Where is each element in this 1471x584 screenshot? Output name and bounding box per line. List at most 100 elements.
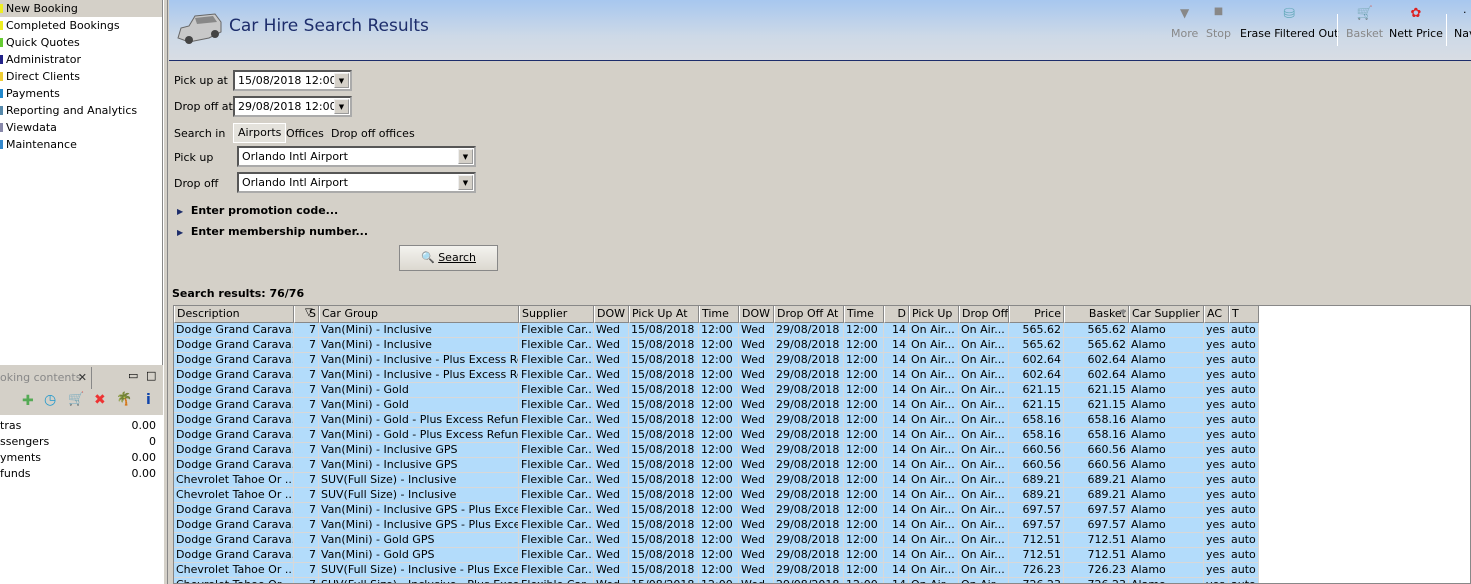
info-icon[interactable]: i [146, 392, 151, 408]
chevron-down-icon[interactable]: ▼ [458, 175, 473, 190]
nett-price-button[interactable]: ✿ Nett Price [1389, 6, 1443, 40]
cell-transmission: auto [1229, 533, 1259, 548]
table-row[interactable]: Dodge Grand Carava... 7 Van(Mini) - Inclus… [174, 353, 1259, 368]
column-header-pick-up-at[interactable]: Pick Up At [629, 306, 699, 323]
table-row[interactable]: Dodge Grand Carava... 7 Van(Mini) - Inclus… [174, 443, 1259, 458]
booking-contents-tab[interactable]: oking contents ✕ [0, 367, 92, 389]
cell-dropoff-location: On Air... [959, 563, 1009, 578]
basket-transfer-icon[interactable]: 🛒 [68, 392, 84, 407]
splitter[interactable] [163, 0, 168, 584]
search-in-offices[interactable]: Offices [286, 127, 324, 140]
nav-item-direct-clients[interactable]: Direct Clients [0, 68, 162, 85]
table-row[interactable]: Dodge Grand Carava... 7 Van(Mini) - Inclus… [174, 323, 1259, 338]
pickup-location-select[interactable]: Orlando Intl Airport ▼ [237, 146, 476, 167]
table-row[interactable]: Dodge Grand Carava... 7 Van(Mini) - Inclus… [174, 338, 1259, 353]
basket-button[interactable]: 🛒 Basket [1346, 6, 1383, 40]
table-row[interactable]: Chevrolet Tahoe Or ...7SUV(Full Size) - … [174, 563, 1259, 578]
column-header-time[interactable]: Time [699, 306, 739, 323]
membership-number-expander[interactable]: ▶ Enter membership number... [177, 225, 368, 238]
column-header-time[interactable]: Time [844, 306, 884, 323]
nav-item-payments[interactable]: Payments [0, 85, 162, 102]
cell-dropoff-dow: Wed [739, 563, 774, 578]
nav-item-maintenance[interactable]: Maintenance [0, 136, 162, 153]
column-header-description[interactable]: Description [174, 306, 294, 323]
nav-item-administrator[interactable]: Administrator [0, 51, 162, 68]
nav-button[interactable]: · Nav [1454, 6, 1471, 40]
table-row[interactable]: Chevrolet Tahoe Or ...7SUV(Full Size) - … [174, 488, 1259, 503]
cell-description: Dodge Grand Carava... [174, 383, 294, 398]
cell-dropoff-location: On Air... [959, 413, 1009, 428]
column-header-dow[interactable]: DOW [594, 306, 629, 323]
search-in-dropoff-offices[interactable]: Drop off offices [331, 127, 415, 140]
nav-item-quick-quotes[interactable]: Quick Quotes [0, 34, 162, 51]
maximize-icon[interactable]: □ [146, 369, 156, 382]
table-row[interactable]: Dodge Grand Carava... 7 Van(Mini) - Gold G… [174, 533, 1259, 548]
column-header-drop-off[interactable]: Drop Off [959, 306, 1009, 323]
table-row[interactable]: Dodge Grand Carava... 7 Van(Mini) - Inclus… [174, 368, 1259, 383]
add-icon[interactable]: ✚ [22, 393, 34, 409]
palm-tree-icon[interactable]: 🌴 [116, 392, 132, 407]
table-row[interactable]: Dodge Grand Carava... 7 Van(Mini) - Gold Fl… [174, 398, 1259, 413]
cell-basket: 621.15 [1064, 383, 1129, 398]
chevron-down-icon[interactable]: ▼ [458, 149, 473, 164]
minimize-icon[interactable]: ▭ [128, 369, 138, 382]
delete-icon[interactable]: ✖ [94, 392, 106, 408]
cell-pickup-location: On Air... [909, 398, 959, 413]
cell-basket: 726.23 [1064, 578, 1129, 583]
booking-summary-row: ssengers 0 [0, 434, 160, 450]
table-row[interactable]: Dodge Grand Carava... 7 Van(Mini) - Gold Fl… [174, 383, 1259, 398]
table-row[interactable]: Chevrolet Tahoe Or ...7SUV(Full Size) - … [174, 473, 1259, 488]
column-header-ac[interactable]: AC [1204, 306, 1229, 323]
clock-icon[interactable]: ◷ [44, 392, 56, 408]
cell-pickup-location: On Air... [909, 383, 959, 398]
cell-pickup-dow: Wed [594, 353, 629, 368]
cell-car-group: Van(Mini) - Gold - Plus Excess Refund [319, 413, 519, 428]
cell-pickup-time: 12:00 [699, 518, 739, 533]
cell-basket: 565.62 [1064, 338, 1129, 353]
cell-days: 14 [884, 488, 909, 503]
table-row[interactable]: Dodge Grand Carava... 7 Van(Mini) - Inclus… [174, 458, 1259, 473]
column-header-supplier[interactable]: Supplier [519, 306, 594, 323]
column-header-t[interactable]: T [1229, 306, 1259, 323]
nav-item-completed-bookings[interactable]: Completed Bookings [0, 17, 162, 34]
table-row[interactable]: Chevrolet Tahoe Or ...7SUV(Full Size) - … [174, 578, 1259, 583]
cell-days: 14 [884, 323, 909, 338]
main-panel: Car Hire Search Results ▼ More ■ Stop ⛁ Era… [169, 0, 1471, 584]
table-row[interactable]: Dodge Grand Carava... 7 Van(Mini) - Gold -… [174, 413, 1259, 428]
table-row[interactable]: Dodge Grand Carava... 7 Van(Mini) - Inclus… [174, 503, 1259, 518]
cell-supplier: Flexible Car... [519, 413, 594, 428]
pickup-at-field[interactable]: 15/08/2018 12:00 ▼ [233, 70, 352, 91]
table-row[interactable]: Dodge Grand Carava... 7 Van(Mini) - Inclus… [174, 518, 1259, 533]
nav-item-icon [0, 89, 3, 98]
promotion-code-expander[interactable]: ▶ Enter promotion code... [177, 204, 338, 217]
cell-seats: 7 [294, 413, 319, 428]
chevron-down-icon[interactable]: ▼ [334, 73, 349, 88]
filter-icon[interactable]: ▽ [305, 307, 313, 318]
table-row[interactable]: Dodge Grand Carava... 7 Van(Mini) - Gold G… [174, 548, 1259, 563]
cell-basket: 621.15 [1064, 398, 1129, 413]
nav-item-reporting-and-analytics[interactable]: Reporting and Analytics [0, 102, 162, 119]
nav-item-viewdata[interactable]: Viewdata [0, 119, 162, 136]
column-header-car-group[interactable]: Car Group [319, 306, 519, 323]
stop-button[interactable]: ■ Stop [1206, 6, 1231, 40]
dropoff-at-field[interactable]: 29/08/2018 12:00 ▼ [233, 96, 352, 117]
chevron-down-icon[interactable]: ▼ [334, 99, 349, 114]
erase-filtered-out-button[interactable]: ⛁ Erase Filtered Out [1240, 6, 1338, 40]
column-header-d[interactable]: D [884, 306, 909, 323]
column-header-drop-off-at[interactable]: Drop Off At [774, 306, 844, 323]
search-in-airports[interactable]: Airports [233, 123, 287, 143]
sort-desc-icon[interactable]: ▼ [1120, 308, 1126, 317]
nav-item-new-booking[interactable]: New Booking [0, 0, 162, 17]
more-button[interactable]: ▼ More [1171, 6, 1198, 40]
cell-dropoff-dow: Wed [739, 353, 774, 368]
search-button[interactable]: 🔍 Search [399, 245, 498, 271]
cell-basket: 726.23 [1064, 563, 1129, 578]
column-header-dow[interactable]: DOW [739, 306, 774, 323]
column-header-car-supplier[interactable]: Car Supplier [1129, 306, 1204, 323]
cell-dropoff-location: On Air... [959, 323, 1009, 338]
column-header-price[interactable]: Price [1009, 306, 1064, 323]
close-icon[interactable]: ✕ [78, 367, 87, 389]
dropoff-location-select[interactable]: Orlando Intl Airport ▼ [237, 172, 476, 193]
column-header-pick-up[interactable]: Pick Up [909, 306, 959, 323]
table-row[interactable]: Dodge Grand Carava... 7 Van(Mini) - Gold -… [174, 428, 1259, 443]
